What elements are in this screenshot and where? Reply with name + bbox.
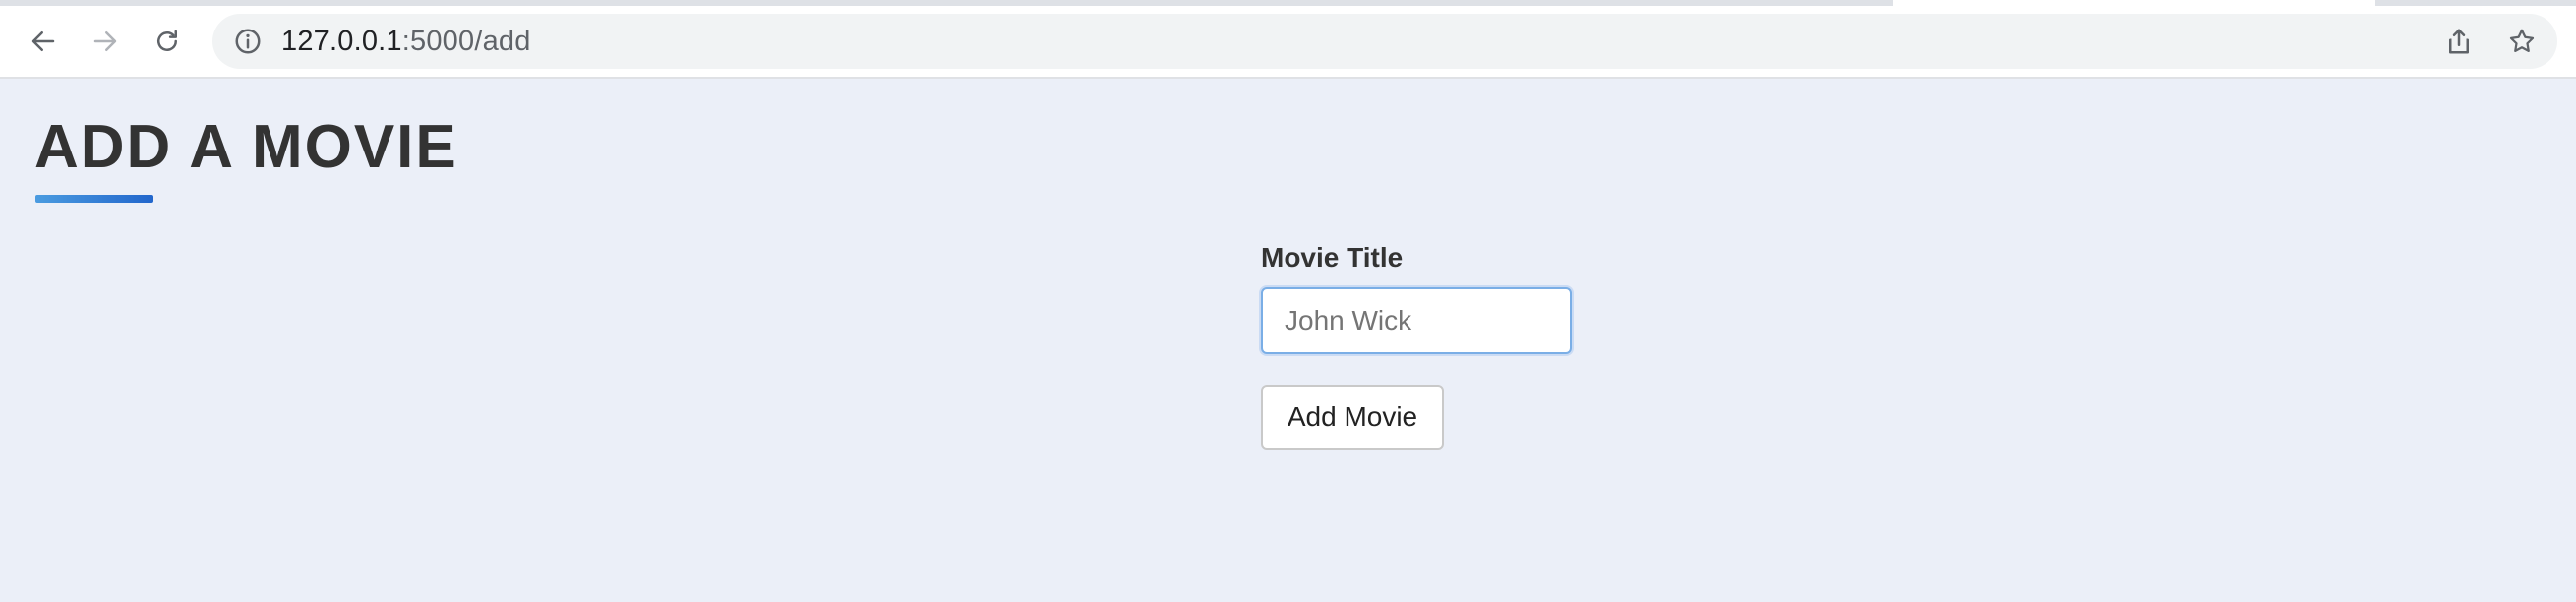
url-host: 127.0.0.1 [281,25,402,57]
browser-toolbar: 127.0.0.1:5000/add [0,0,2576,79]
movie-title-label: Movie Title [1261,242,1404,272]
add-movie-button[interactable]: Add Movie [1261,385,1444,450]
reload-button[interactable] [144,18,191,65]
share-button[interactable] [2437,20,2481,63]
share-icon [2449,29,2469,54]
star-icon [2509,29,2535,52]
forward-button[interactable] [82,18,129,65]
url-text[interactable]: 127.0.0.1:5000/add [281,26,531,58]
active-tab[interactable] [1893,0,2375,6]
title-underline [35,195,153,203]
url-path: :5000/add [401,25,531,57]
reload-icon [157,30,177,51]
info-icon[interactable] [232,26,264,57]
page-title: ADD A MOVIE [34,113,458,181]
back-button[interactable] [20,18,67,65]
back-arrow-icon [31,31,55,51]
bookmark-button[interactable] [2500,20,2544,63]
forward-arrow-icon [93,31,117,51]
tab-strip [0,0,2576,6]
movie-title-input[interactable] [1261,287,1572,354]
address-bar[interactable]: 127.0.0.1:5000/add [212,14,2557,69]
